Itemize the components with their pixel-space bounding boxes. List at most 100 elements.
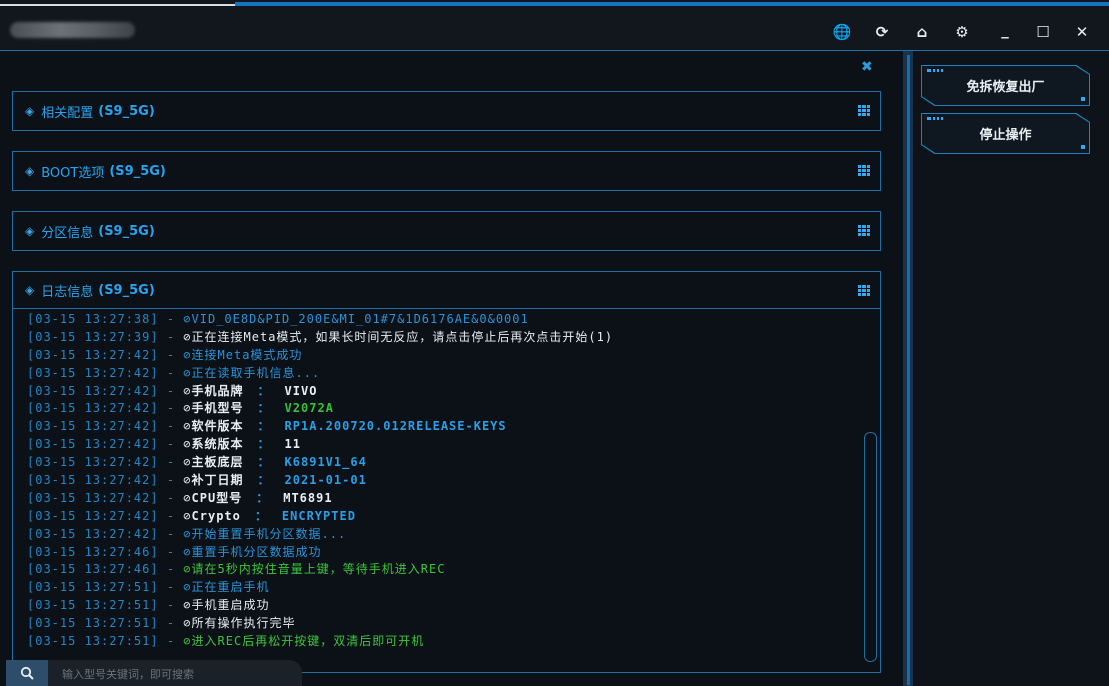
action-sidebar: 免拆恢复出厂 停止操作: [913, 51, 1109, 686]
search-input[interactable]: [60, 664, 294, 684]
panel-boot-header[interactable]: ◈ BOOT选项 (S9_5G): [13, 152, 880, 190]
log-label: CPU型号: [191, 490, 243, 505]
panel-boot[interactable]: ◈ BOOT选项 (S9_5G): [12, 151, 881, 191]
minimize-button[interactable]: _: [995, 20, 1015, 40]
grid-icon[interactable]: [858, 165, 870, 176]
gear-icon[interactable]: ⚙: [952, 22, 972, 42]
log-value: MT6891: [283, 490, 333, 505]
log-message: 进入REC后再松开按键，双清后即可开机: [191, 634, 425, 649]
log-separator: -: [158, 437, 184, 452]
log-separator: -: [158, 526, 184, 541]
log-separator: -: [158, 544, 184, 559]
log-line: [03-15 13:27:46] - ⊘请在5秒内按住音量上键，等待手机进入RE…: [27, 561, 863, 579]
log-timestamp: [03-15 13:27:46]: [27, 544, 159, 559]
log-label: Crypto: [191, 508, 241, 523]
log-separator: -: [158, 383, 184, 398]
check-circle-icon: ⊘: [183, 526, 192, 541]
close-button[interactable]: ✕: [1072, 22, 1092, 42]
log-colon: ：: [254, 508, 268, 523]
app-title-blurred: [10, 22, 135, 38]
log-line: [03-15 13:27:42] - ⊘主板底层 ： K6891V1_64: [27, 454, 863, 472]
log-timestamp: [03-15 13:27:42]: [27, 455, 159, 470]
log-line: [03-15 13:27:51] - ⊘手机重启成功: [27, 597, 863, 615]
panel-close-icon[interactable]: ✖: [861, 59, 873, 75]
search-button[interactable]: [6, 660, 48, 686]
log-message: VID_0E8D&PID_200E&MI_01#7&1D6176AE&0&000…: [191, 312, 529, 326]
log-label: 补丁日期: [191, 473, 244, 488]
check-circle-icon: ⊘: [183, 562, 192, 577]
log-separator: -: [158, 580, 184, 595]
layers-icon: ◈: [25, 164, 35, 178]
panel-model: (S9_5G): [109, 163, 166, 179]
panel-config[interactable]: ◈ 相关配置 (S9_5G): [12, 91, 881, 131]
button-corner: [1081, 97, 1085, 101]
log-colon: ：: [257, 419, 271, 434]
home-icon[interactable]: ⌂: [912, 22, 932, 42]
check-circle-icon: ⊘: [183, 401, 192, 416]
check-circle-icon: ⊘: [183, 329, 192, 344]
check-circle-icon: ⊘: [183, 419, 192, 434]
log-label: 主板底层: [191, 455, 244, 470]
check-circle-icon: ⊘: [183, 490, 192, 505]
panel-log-header[interactable]: ◈ 日志信息 (S9_5G): [13, 272, 880, 309]
log-line: [03-15 13:27:42] - ⊘手机品牌 ： VIVO: [27, 383, 863, 401]
log-colon: ：: [257, 437, 271, 452]
log-message: 手机重启成功: [191, 598, 270, 613]
log-value: V2072A: [284, 401, 334, 416]
log-timestamp: [03-15 13:27:51]: [27, 634, 159, 649]
log-scrollbar[interactable]: [864, 432, 877, 662]
log-timestamp: [03-15 13:27:42]: [27, 437, 159, 452]
grid-icon[interactable]: [858, 225, 870, 236]
log-colon: ：: [257, 473, 271, 488]
check-circle-icon: ⊘: [183, 544, 192, 559]
log-separator: -: [158, 508, 184, 523]
log-message: 所有操作执行完毕: [191, 616, 296, 631]
check-circle-icon: ⊘: [183, 455, 192, 470]
log-value: 11: [284, 437, 301, 452]
log-line: [03-15 13:27:42] - ⊘补丁日期 ： 2021-01-01: [27, 472, 863, 490]
log-timestamp: [03-15 13:27:42]: [27, 383, 159, 398]
log-message: 正在读取手机信息...: [191, 365, 321, 380]
panel-partition-header[interactable]: ◈ 分区信息 (S9_5G): [13, 212, 880, 250]
check-circle-icon: ⊘: [183, 437, 192, 452]
log-value: ENCRYPTED: [281, 508, 356, 523]
title-accent: [235, 2, 1109, 6]
log-line: [03-15 13:27:42] - ⊘系统版本 ： 11: [27, 436, 863, 454]
log-colon: ：: [257, 401, 271, 416]
log-timestamp: [03-15 13:27:39]: [27, 329, 159, 344]
panel-model: (S9_5G): [98, 223, 155, 239]
log-separator: -: [158, 347, 184, 362]
log-separator: -: [158, 616, 184, 631]
check-circle-icon: ⊘: [183, 347, 192, 362]
panel-partition[interactable]: ◈ 分区信息 (S9_5G): [12, 211, 881, 251]
log-message: 连接Meta模式成功: [191, 347, 303, 362]
panel-title: 分区信息: [41, 225, 94, 241]
check-circle-icon: ⊘: [183, 598, 192, 613]
factory-reset-button[interactable]: 免拆恢复出厂: [921, 65, 1090, 106]
grid-icon[interactable]: [858, 285, 870, 296]
log-line: [03-15 13:27:42] - ⊘软件版本 ： RP1A.200720.012…: [27, 418, 863, 436]
maximize-button[interactable]: ☐: [1033, 22, 1053, 42]
log-timestamp: [03-15 13:27:42]: [27, 347, 159, 362]
log-timestamp: [03-15 13:27:51]: [27, 616, 159, 631]
log-separator: -: [158, 562, 184, 577]
stop-button[interactable]: 停止操作: [921, 113, 1090, 154]
check-circle-icon: ⊘: [183, 508, 192, 523]
check-circle-icon: ⊘: [183, 580, 192, 595]
log-line: [03-15 13:27:42] - ⊘手机型号 ： V2072A: [27, 400, 863, 418]
panel-config-header[interactable]: ◈ 相关配置 (S9_5G): [13, 92, 880, 130]
globe-icon[interactable]: 🌐: [832, 22, 852, 42]
refresh-icon[interactable]: ⟳: [872, 22, 892, 42]
log-line: [03-15 13:27:42] - ⊘开始重置手机分区数据...: [27, 526, 863, 544]
log-message: 开始重置手机分区数据...: [191, 526, 347, 541]
log-message: 请在5秒内按住音量上键，等待手机进入REC: [191, 562, 446, 577]
check-circle-icon: ⊘: [183, 634, 192, 649]
log-message: 正在重启手机: [191, 580, 270, 595]
layers-icon: ◈: [25, 224, 35, 238]
log-message: 正在连接Meta模式，如果长时间无反应，请点击停止后再次点击开始(1): [191, 329, 614, 344]
grid-icon[interactable]: [858, 105, 870, 116]
splitter[interactable]: [903, 51, 913, 686]
button-corner: [1081, 145, 1085, 149]
search-icon: [20, 666, 34, 680]
stop-label: 停止操作: [979, 128, 1032, 143]
